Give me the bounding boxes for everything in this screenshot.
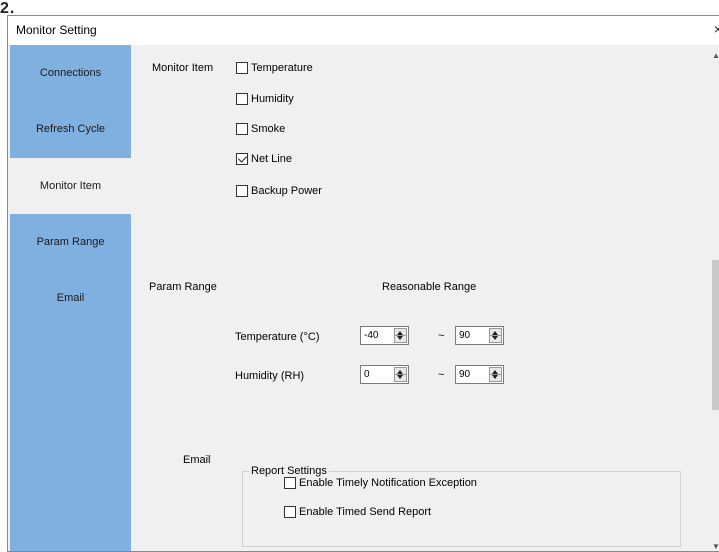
smoke-checkbox-label: Smoke (251, 123, 286, 135)
timed-send-report-checkbox[interactable]: Enable Timed Send Report (284, 506, 431, 518)
spin-arrows[interactable] (394, 367, 407, 382)
humidity-range-label: Humidity (RH) (235, 370, 305, 382)
timely-notification-checkbox[interactable]: Enable Timely Notification Exception (284, 477, 477, 489)
spin-arrows[interactable] (489, 367, 502, 382)
checkbox-box (236, 123, 248, 135)
vertical-scrollbar[interactable]: ▲ ▼ (711, 45, 719, 551)
timed-send-report-checkbox-label: Enable Timed Send Report (299, 506, 432, 518)
title-bar: Monitor Setting × (8, 16, 719, 45)
window-title: Monitor Setting (16, 23, 97, 37)
sidebar-item-refresh-cycle[interactable]: Refresh Cycle (10, 101, 131, 157)
spinbox-value: 90 (459, 369, 471, 380)
spin-arrows[interactable] (394, 328, 407, 343)
checkbox-box (284, 477, 296, 489)
backup-power-checkbox[interactable]: Backup Power (236, 185, 322, 197)
sidebar-item-connections[interactable]: Connections (10, 45, 131, 101)
spin-down-icon[interactable] (492, 375, 498, 379)
checkbox-box (236, 93, 248, 105)
smoke-checkbox[interactable]: Smoke (236, 123, 285, 135)
email-section-label: Email (183, 454, 211, 466)
temperature-checkbox[interactable]: Temperature (236, 62, 313, 74)
sidebar: Connections Refresh Cycle Monitor Item P… (10, 45, 131, 551)
temperature-max-spinbox[interactable]: 90 (455, 326, 504, 345)
monitor-item-section-label: Monitor Item (152, 62, 214, 74)
checkbox-box (284, 506, 296, 518)
spin-down-icon[interactable] (397, 375, 403, 379)
temperature-checkbox-label: Temperature (251, 62, 313, 74)
scroll-up-icon[interactable]: ▲ (712, 51, 719, 60)
spin-arrows[interactable] (489, 328, 502, 343)
sidebar-item-email[interactable]: Email (10, 270, 131, 326)
param-range-section-label: Param Range (149, 281, 217, 293)
timely-notification-checkbox-label: Enable Timely Notification Exception (299, 477, 477, 489)
humidity-checkbox-label: Humidity (251, 93, 294, 105)
net-line-checkbox-label: Net Line (251, 153, 292, 165)
spinbox-value: 0 (364, 369, 370, 380)
checkbox-box (236, 185, 248, 197)
net-line-checkbox[interactable]: Net Line (236, 153, 292, 165)
close-icon[interactable]: × (714, 21, 719, 37)
spin-down-icon[interactable] (397, 336, 403, 340)
range-separator: ~ (438, 369, 445, 381)
temperature-min-spinbox[interactable]: -40 (360, 326, 409, 345)
spin-down-icon[interactable] (492, 336, 498, 340)
monitor-setting-dialog: Monitor Setting × Connections Refresh Cy… (7, 15, 719, 552)
backup-power-checkbox-label: Backup Power (251, 185, 322, 197)
humidity-max-spinbox[interactable]: 90 (455, 365, 504, 384)
checkbox-box (236, 62, 248, 74)
scrollbar-thumb[interactable] (712, 260, 719, 410)
temperature-range-label: Temperature (°C) (235, 331, 320, 343)
spinbox-value: -40 (364, 330, 379, 341)
humidity-checkbox[interactable]: Humidity (236, 93, 294, 105)
sidebar-item-monitor-item[interactable]: Monitor Item (10, 158, 131, 214)
sidebar-item-param-range[interactable]: Param Range (10, 214, 131, 270)
range-separator: ~ (438, 330, 445, 342)
humidity-min-spinbox[interactable]: 0 (360, 365, 409, 384)
report-settings-title: Report Settings (249, 465, 329, 477)
checkbox-box-checked (236, 153, 248, 165)
reasonable-range-header: Reasonable Range (382, 281, 477, 293)
spinbox-value: 90 (459, 330, 471, 341)
settings-content: Monitor Item Temperature Humidity Smoke … (131, 45, 711, 551)
